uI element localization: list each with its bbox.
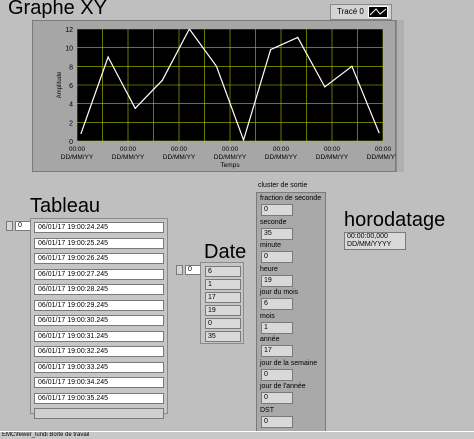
cluster-field-label: fraction de seconde [260, 195, 322, 202]
cluster-field-value[interactable]: 19 [261, 274, 293, 287]
y-tick-label: 12 [65, 27, 73, 34]
table-row[interactable]: 06/01/17 19:00:35.245 [34, 392, 164, 404]
table-row[interactable]: 06/01/17 19:00:32.245 [34, 346, 164, 357]
cluster-field-value[interactable]: 35 [261, 227, 293, 240]
date-element[interactable]: 6 [205, 266, 241, 277]
cluster-field-value[interactable]: 0 [261, 415, 293, 428]
cluster-label: cluster de sortie [258, 182, 308, 189]
x-tick-label: 00:00 [324, 146, 341, 153]
table-row-empty[interactable] [34, 408, 164, 419]
table-row[interactable]: 06/01/17 19:00:31.245 [34, 330, 164, 342]
cluster-field-label: jour de l'année [260, 383, 306, 390]
taskbar-item[interactable]: EMC\fewer_lundi Boîte de travail [0, 431, 474, 439]
x-tick-label: DD/MM/YY [163, 154, 196, 161]
timestamp-title: horodatage [344, 209, 446, 231]
x-axis-label: Temps [220, 162, 240, 169]
x-tick-label: 00:00 [375, 146, 392, 153]
y-tick-label: 8 [69, 64, 73, 71]
table-row[interactable]: 06/01/17 19:00:25.245 [34, 237, 164, 249]
cluster-field-label: DST [260, 406, 274, 414]
table-row[interactable]: 06/01/17 19:00:26.245 [34, 253, 164, 264]
index-increment-icon[interactable] [6, 221, 13, 231]
table-row[interactable]: 06/01/17 19:00:30.245 [34, 315, 164, 326]
x-tick-label: DD/MM/YY [316, 154, 349, 161]
cluster-field-value[interactable]: 17 [261, 345, 293, 357]
table-row[interactable]: 06/01/17 19:00:33.245 [34, 361, 164, 373]
table-title: Tableau [30, 195, 101, 217]
timestamp-date: DD/MM/YYYY [347, 241, 392, 248]
cluster-field-value[interactable]: 1 [261, 321, 293, 334]
legend-line-swatch[interactable] [368, 6, 388, 18]
x-tick-label: DD/MM/YY [61, 154, 94, 161]
date-element[interactable]: 35 [205, 331, 241, 342]
y-tick-label: 0 [69, 139, 73, 146]
y-axis-label: Amplitude [57, 71, 63, 98]
x-tick-label: 00:00 [69, 146, 86, 153]
table-row[interactable]: 06/01/17 19:00:34.245 [34, 377, 164, 388]
cluster-field-label: jour de la semaine [260, 359, 318, 367]
cluster-field-value[interactable]: 0 [261, 392, 293, 404]
graph-scrollbar[interactable] [396, 20, 404, 172]
cluster-field-label: jour du mois [260, 289, 299, 296]
plot-legend[interactable]: Tracé 0 [330, 4, 392, 20]
date-array: 6 1 17 19 0 35 [200, 262, 244, 344]
cluster-field-label: mois [260, 312, 275, 320]
cluster-field-label: seconde [260, 218, 287, 226]
table-row[interactable]: 06/01/17 19:00:29.245 [34, 299, 164, 311]
timestamp-time: 00:00:00,000 [347, 233, 388, 240]
date-title: Date [204, 241, 247, 263]
date-element[interactable]: 0 [205, 318, 241, 329]
x-tick-label: 00:00 [222, 146, 239, 153]
graph-title: Graphe XY [8, 0, 107, 19]
date-element[interactable]: 19 [205, 305, 241, 316]
x-tick-label: 00:00 [120, 146, 137, 153]
cluster-field-value[interactable]: 0 [261, 204, 293, 216]
x-tick-label: DD/MM/YY [112, 154, 145, 161]
table-row[interactable]: 06/01/17 19:00:28.245 [34, 284, 164, 295]
date-element[interactable]: 17 [205, 292, 241, 303]
timestamp-array: 06/01/17 19:00:24.245 06/01/17 19:00:25.2… [30, 218, 168, 419]
y-tick-label: 6 [69, 83, 73, 90]
x-tick-label: DD/MM/YY [367, 154, 397, 161]
y-tick-label: 4 [69, 102, 73, 109]
y-tick-label: 10 [65, 46, 73, 53]
x-tick-label: 00:00 [273, 146, 290, 153]
cluster-field-label: année [260, 336, 280, 343]
x-tick-label: DD/MM/YY [214, 154, 247, 161]
cluster-field-value[interactable]: 0 [261, 251, 293, 263]
graph-axes: 024681012Amplitude00:00DD/MM/YY00:00DD/M… [57, 27, 397, 169]
xy-graph[interactable]: 0 2 4 6 8 10 12 Amplitude 00:00 DD/MM/YY 00:00 DD/M… [32, 20, 397, 172]
x-tick-label: DD/MM/YY [265, 154, 298, 161]
timestamp-indicator[interactable]: 00:00:00,000 DD/MM/YYYY [344, 232, 406, 250]
y-tick-label: 2 [69, 120, 73, 127]
cluster-field-value[interactable]: 6 [261, 298, 293, 310]
table-row[interactable]: 06/01/17 19:00:24.245 [34, 222, 164, 233]
table-row[interactable]: 06/01/17 19:00:27.245 [34, 268, 164, 280]
legend-label: Tracé 0 [337, 7, 364, 16]
output-cluster: fraction de seconde 0 seconde 35 minute 0 heur… [256, 192, 326, 432]
cluster-field-label: minute [260, 242, 282, 249]
date-element[interactable]: 1 [205, 279, 241, 290]
cluster-field-label: heure [260, 265, 278, 273]
index-increment-icon[interactable] [176, 265, 183, 275]
cluster-field-value[interactable]: 0 [261, 368, 293, 381]
x-tick-label: 00:00 [171, 146, 188, 153]
